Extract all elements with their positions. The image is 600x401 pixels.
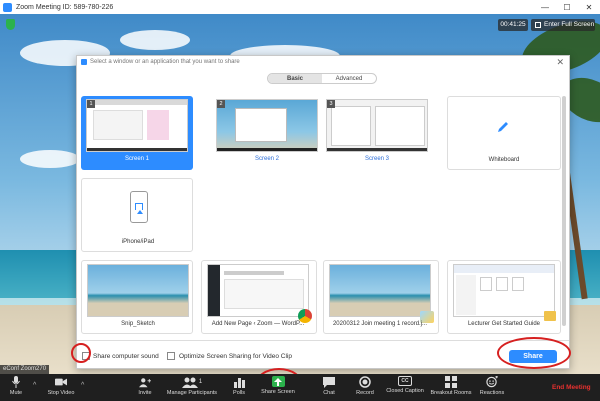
meeting-toolbar: Mute ^ Stop Video ^ Invite 1 Manage Part… xyxy=(0,374,600,401)
manage-participants-button[interactable]: 1 Manage Participants xyxy=(164,376,220,396)
bar-chart-icon xyxy=(233,376,245,388)
optimize-video-label: Optimize Screen Sharing for Video Clip xyxy=(179,353,292,360)
participants-icon: 1 xyxy=(181,376,203,388)
tile-label: 20200312 Join meeting 1 record.j... xyxy=(332,321,428,327)
meeting-timer: 00:41:25 xyxy=(498,19,528,31)
screen-1-thumbnail xyxy=(86,99,188,152)
dialog-header: Select a window or an application that y… xyxy=(77,56,569,68)
security-shield-icon[interactable] xyxy=(6,19,15,30)
video-options-chevron-icon[interactable]: ^ xyxy=(81,382,84,389)
tile-number: 1 xyxy=(87,100,95,108)
share-screen-arrow-icon xyxy=(271,376,285,387)
participant-count-badge: 1 xyxy=(198,379,203,385)
polls-button[interactable]: Polls xyxy=(230,376,248,396)
tile-label: iPhone/iPad xyxy=(121,239,155,245)
polls-label: Polls xyxy=(233,390,245,396)
dialog-close-icon[interactable]: ✕ xyxy=(556,57,564,68)
snip-sketch-thumbnail xyxy=(87,264,189,317)
manage-participants-label: Manage Participants xyxy=(166,390,218,396)
stop-video-label: Stop Video xyxy=(47,390,75,396)
zoom-logo-icon xyxy=(81,59,87,65)
zoom-logo-icon xyxy=(3,2,12,12)
invite-label: Invite xyxy=(138,390,152,396)
mute-label: Mute xyxy=(9,390,23,396)
tile-label: Screen 3 xyxy=(364,156,389,162)
share-tile-whiteboard[interactable]: Whiteboard xyxy=(447,96,561,170)
share-screen-dialog: Select a window or an application that y… xyxy=(76,55,570,369)
fullscreen-icon xyxy=(535,22,541,28)
dialog-header-text: Select a window or an application that y… xyxy=(90,59,240,65)
video-camera-icon xyxy=(55,376,67,388)
tab-advanced[interactable]: Advanced xyxy=(322,74,376,83)
window-title: Zoom Meeting ID: 589-780-226 xyxy=(16,3,114,11)
tile-label: Snip_Sketch xyxy=(121,321,155,327)
dialog-footer: Share computer sound Optimize Screen Sha… xyxy=(77,340,569,370)
smiley-plus-icon xyxy=(486,376,498,388)
closed-caption-label: Closed Caption xyxy=(386,388,424,394)
tile-label: Lecturer Get Started Guide xyxy=(467,321,541,327)
closed-caption-button[interactable]: CC Closed Caption xyxy=(384,376,426,394)
highlight-ring-share-button xyxy=(497,337,571,369)
breakout-rooms-icon xyxy=(445,376,457,388)
wordpress-thumbnail xyxy=(207,264,309,317)
recording-thumbnail xyxy=(329,264,431,317)
add-person-icon xyxy=(139,376,151,388)
highlight-ring-sound-checkbox xyxy=(71,343,91,363)
pencil-icon xyxy=(495,119,511,135)
stop-video-button[interactable]: Stop Video xyxy=(44,376,78,396)
tile-number: 3 xyxy=(327,100,335,108)
share-tile-screen-1[interactable]: 1 Screen 1 xyxy=(81,96,193,170)
tile-label: Whiteboard xyxy=(488,157,520,163)
share-tile-snip-sketch[interactable]: Snip_Sketch xyxy=(81,260,193,334)
participant-name-label: eConf Zoom270 xyxy=(0,365,50,374)
iphone-icon xyxy=(130,191,148,223)
reactions-button[interactable]: Reactions xyxy=(478,376,506,396)
breakout-rooms-label: Breakout Rooms xyxy=(430,390,472,396)
close-window-button[interactable]: ✕ xyxy=(578,3,600,12)
share-tile-lecturer-guide[interactable]: Lecturer Get Started Guide xyxy=(447,260,561,334)
window-title-bar: Zoom Meeting ID: 589-780-226 — ☐ ✕ xyxy=(0,0,600,14)
screen-2-thumbnail xyxy=(216,99,318,152)
explorer-thumbnail xyxy=(453,264,555,317)
share-tile-screen-3[interactable]: 3 Screen 3 xyxy=(321,96,433,170)
share-tile-iphone-ipad[interactable]: iPhone/iPad xyxy=(81,178,193,252)
share-screen-label: Share Screen xyxy=(261,389,295,395)
tile-label: Screen 2 xyxy=(254,156,279,162)
tile-label: Add New Page ‹ Zoom — WordP... xyxy=(211,321,305,327)
tile-label: Screen 1 xyxy=(124,156,149,162)
record-label: Record xyxy=(356,390,374,396)
closed-caption-icon: CC xyxy=(398,376,412,386)
minimize-button[interactable]: — xyxy=(534,3,556,12)
end-meeting-button[interactable]: End Meeting xyxy=(552,384,591,391)
chat-label: Chat xyxy=(323,390,335,396)
audio-options-chevron-icon[interactable]: ^ xyxy=(33,382,36,389)
reactions-label: Reactions xyxy=(479,390,505,396)
optimize-video-checkbox[interactable] xyxy=(167,352,175,360)
share-mode-tabs: Basic Advanced xyxy=(267,73,377,84)
mute-button[interactable]: Mute xyxy=(4,376,28,396)
record-icon xyxy=(359,376,371,388)
fullscreen-label: Enter Full Screen xyxy=(544,21,595,28)
chat-bubble-icon xyxy=(323,376,335,388)
breakout-rooms-button[interactable]: Breakout Rooms xyxy=(430,376,472,396)
maximize-button[interactable]: ☐ xyxy=(556,3,578,12)
microphone-icon xyxy=(10,376,22,388)
share-sound-label: Share computer sound xyxy=(93,353,159,360)
invite-button[interactable]: Invite xyxy=(134,376,156,396)
record-button[interactable]: Record xyxy=(354,376,376,396)
share-screen-button[interactable]: Share Screen xyxy=(259,376,297,395)
folder-icon xyxy=(544,311,556,321)
tile-number: 2 xyxy=(217,100,225,108)
screen-3-thumbnail xyxy=(326,99,428,152)
share-tile-join-meeting-recording[interactable]: 20200312 Join meeting 1 record.j... xyxy=(323,260,439,334)
share-tile-add-new-page[interactable]: Add New Page ‹ Zoom — WordP... xyxy=(201,260,317,334)
share-tile-screen-2[interactable]: 2 Screen 2 xyxy=(211,96,323,170)
tab-basic[interactable]: Basic xyxy=(268,74,322,83)
chat-button[interactable]: Chat xyxy=(320,376,338,396)
dialog-scrollbar[interactable] xyxy=(562,96,566,326)
enter-full-screen-button[interactable]: Enter Full Screen xyxy=(531,19,595,31)
